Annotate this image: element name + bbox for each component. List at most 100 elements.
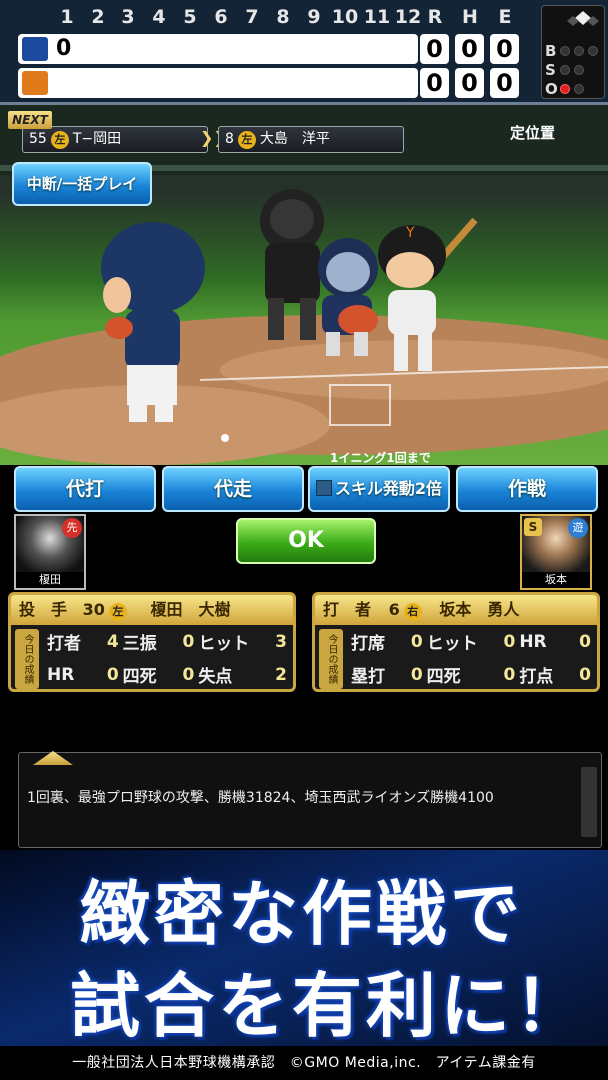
stat-value: 0 (410, 664, 423, 685)
next-batter-1: 55 左 T−岡田 (22, 126, 208, 153)
stat-value: 0 (579, 664, 591, 685)
next-batter-1-name: T−岡田 (72, 131, 122, 147)
stat-label: 四死 (426, 667, 461, 687)
inning-header: 4 (152, 6, 166, 28)
base-diamond-icon (566, 10, 600, 30)
next-batter-2-name: 大島 洋平 (259, 131, 330, 147)
inning-header: 12 (394, 6, 422, 28)
batter-role: 打 者 (323, 600, 372, 619)
pinch-run-button[interactable]: 代走 (162, 466, 304, 512)
home-team-logo-icon (22, 71, 48, 95)
next-batter-1-number: 55 (29, 131, 47, 147)
batter-stats-panel: 打 者 6右 坂本 勇人 今日の成績 打席 0 ヒット 0 HR 0 塁打 0 四死 0 打点 0 (312, 592, 600, 692)
batter-card[interactable]: S 遊 坂本 (520, 514, 592, 590)
inning-header: 11 (363, 6, 391, 28)
next-batter-2-hand: 左 (237, 131, 256, 149)
ball-label: B (545, 42, 557, 60)
pitcher-role: 投 手 (19, 600, 68, 619)
inning-header: 6 (214, 6, 228, 28)
stat-value: 2 (275, 664, 287, 685)
rank-badge: S (524, 518, 542, 536)
stat-label: 塁打 (351, 667, 385, 687)
position-badge: 遊 (568, 518, 588, 538)
stat-value: 0 (410, 631, 423, 652)
rhe-header: E (498, 6, 512, 28)
count-dot (588, 46, 598, 56)
pitcher-stats-header: 投 手 30 左 榎田 大樹 (11, 595, 293, 625)
stat-value: 0 (579, 631, 591, 652)
stat-label: ヒット (426, 634, 478, 654)
count-dot (574, 46, 584, 56)
stat-value: 0 (182, 664, 195, 685)
pitcher-card[interactable]: 先 榎田 (14, 514, 86, 590)
next-batter-1-hand: 左 (50, 131, 69, 149)
svg-text:Y: Y (405, 225, 415, 241)
away-errors: 0 (490, 34, 519, 64)
stat-value: 0 (503, 631, 516, 652)
batter-name: 坂本 勇人 (439, 600, 520, 619)
pitcher-figure (101, 222, 205, 422)
batter-number: 6 (388, 600, 400, 619)
fielding-position-label[interactable]: 定位置 (510, 122, 555, 143)
away-hits: 0 (455, 34, 484, 64)
suspend-batch-play-button[interactable]: 中断/一括プレイ (12, 162, 152, 206)
inning-header: 7 (245, 6, 259, 28)
batter-stats-header: 打 者 6右 坂本 勇人 (315, 595, 597, 625)
pitcher-stats-grid: 打者 4 三振 0 ヒット 3 HR 0 四死 0 失点 2 (47, 629, 287, 688)
inning-header: 5 (183, 6, 197, 28)
strike-label: S (545, 61, 556, 79)
count-dot (560, 46, 570, 56)
stat-label: 打席 (351, 634, 385, 654)
inning-header: 3 (121, 6, 135, 28)
inning-header: 1 (60, 6, 74, 28)
skill-double-label: スキル発動2倍 (334, 479, 443, 498)
pitcher-stats-panel: 投 手 30 左 榎田 大樹 今日の成績 打者 4 三振 0 ヒット 3 HR 0 四死 0 失点 2 (8, 592, 296, 692)
inning-header: 10 (331, 6, 359, 28)
scoreboard: 1 2 3 4 5 6 7 8 9 10 11 12 R H E 0 0 0 0 0 0 0 (0, 0, 608, 105)
next-tag: NEXT (8, 111, 52, 129)
stat-value: 4 (106, 631, 119, 652)
stat-label: 三振 (122, 634, 157, 654)
stat-value: 0 (106, 664, 119, 685)
starter-badge: 先 (62, 518, 82, 538)
ok-button[interactable]: OK (236, 518, 376, 564)
pitcher-hand: 左 (108, 603, 127, 621)
stat-value: 0 (503, 664, 516, 685)
log-scrollbar[interactable] (581, 767, 597, 837)
strategy-button[interactable]: 作戦 (456, 466, 598, 512)
stat-label: 打点 (519, 667, 554, 687)
copyright-footer: 一般社団法人日本野球機構承認 ©GMO Media,inc. アイテム課金有 (72, 1055, 536, 1071)
stat-label: ヒット (198, 634, 250, 654)
inning-header: 2 (91, 6, 105, 28)
expand-arrow-icon[interactable] (33, 751, 73, 765)
away-team-row: 0 (18, 34, 418, 64)
play-log-box[interactable]: 1回裏、最強プロ野球の攻撃、勝機31824、埼玉西武ライオンズ勝機4100 (18, 751, 602, 848)
stat-value: 3 (275, 631, 287, 652)
stat-label: 四死 (122, 667, 157, 687)
home-runs: 0 (420, 68, 449, 98)
rhe-header: R (427, 6, 443, 28)
batter-hand: 右 (403, 603, 422, 621)
stat-label: 失点 (198, 667, 233, 687)
promo-headline-line2: 試合を有利に！ (70, 965, 588, 1047)
away-team-logo-icon (22, 37, 48, 61)
rhe-header: H (462, 6, 478, 28)
count-dot (574, 65, 584, 75)
stat-label: HR (47, 664, 75, 685)
stat-label: 打者 (47, 634, 81, 654)
skill-double-button[interactable]: スキル発動2倍 (308, 466, 450, 512)
stat-label: HR (519, 631, 547, 652)
pitcher-name: 榎田 大樹 (150, 600, 231, 619)
away-runs: 0 (420, 34, 449, 64)
count-dot (560, 84, 570, 94)
batter-stats-grid: 打席 0 ヒット 0 HR 0 塁打 0 四死 0 打点 0 (351, 629, 591, 688)
play-log-text: 1回裏、最強プロ野球の攻撃、勝機31824、埼玉西武ライオンズ勝機4100 (27, 790, 494, 806)
stat-value: 0 (182, 631, 195, 652)
next-batter-2: 8 左大島 洋平 (218, 126, 404, 153)
pitcher-today-tab: 今日の成績 (15, 629, 39, 689)
home-team-row (18, 68, 418, 98)
count-dot (560, 65, 570, 75)
inning-header: 9 (307, 6, 321, 28)
pinch-hit-button[interactable]: 代打 (14, 466, 156, 512)
count-dot (574, 84, 584, 94)
